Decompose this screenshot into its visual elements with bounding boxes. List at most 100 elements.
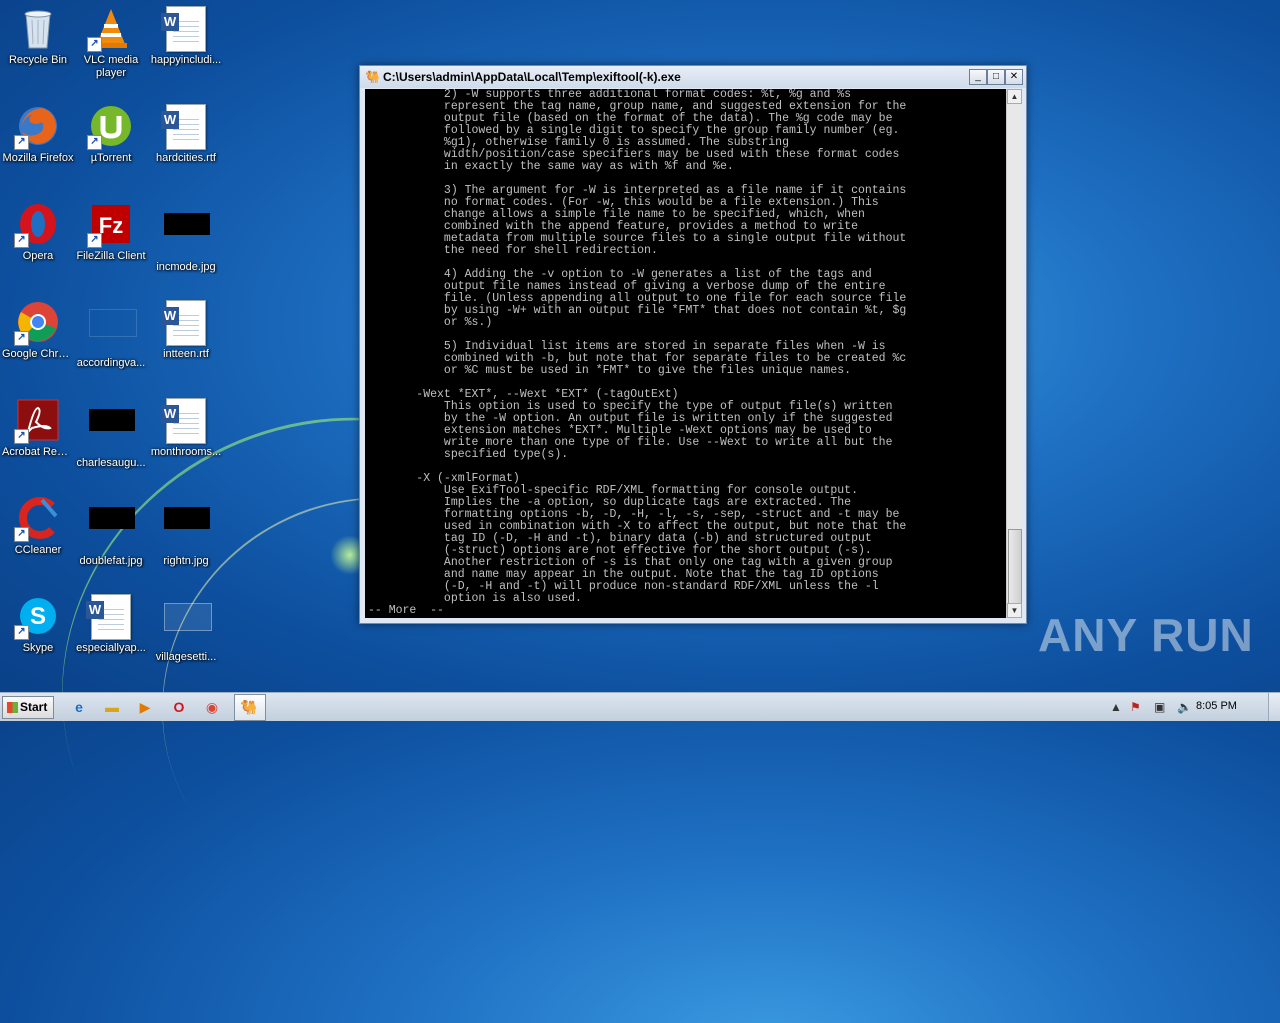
network-icon[interactable]: ▣ (1154, 700, 1165, 714)
desktop-icon-label: Skype (22, 642, 54, 654)
shortcut-arrow-icon: ↗ (14, 429, 29, 444)
desktop-icon-vlc[interactable]: ↗ VLC media player (73, 6, 149, 80)
minimize-button[interactable]: _ (969, 69, 987, 85)
desktop-icon-chrome[interactable]: ↗ Google Chrome (0, 300, 76, 361)
media-player-icon[interactable]: ▶ (134, 697, 156, 717)
desktop-icon-file[interactable]: W hardcities.rtf (148, 104, 224, 165)
desktop-icon-label: intteen.rtf (163, 348, 209, 360)
start-button[interactable]: Start (2, 696, 54, 719)
chrome-icon: ↗ (14, 300, 60, 346)
windows-logo-icon (7, 702, 18, 713)
window-title: C:\Users\admin\AppData\Local\Temp\exifto… (383, 70, 681, 84)
scroll-down-arrow-icon[interactable]: ▼ (1007, 603, 1022, 618)
desktop-icon-label: Recycle Bin (8, 54, 68, 66)
shortcut-arrow-icon: ↗ (14, 625, 29, 640)
exiftool-camel-icon: 🐫 (365, 70, 380, 84)
vertical-scrollbar[interactable]: ▲ ▼ (1006, 89, 1022, 618)
anyrun-watermark: ANY RUN (1038, 609, 1254, 661)
console-text: 2) -W supports three additional format c… (368, 89, 907, 617)
start-label: Start (20, 700, 48, 714)
desktop-icon-skype[interactable]: S ↗ Skype (0, 594, 76, 655)
image-thumbnail-icon (164, 507, 210, 551)
shortcut-arrow-icon: ↗ (14, 331, 29, 346)
show-hidden-icons-icon[interactable]: ▲ (1110, 700, 1122, 714)
word-document-icon: W (86, 594, 133, 640)
svg-text:Fz: Fz (99, 213, 123, 238)
word-document-icon: W (161, 6, 208, 52)
desktop-icon-ccleaner[interactable]: ↗ CCleaner (0, 496, 76, 557)
desktop-icon-file[interactable]: accordingva... (73, 300, 149, 370)
desktop-icon-file[interactable]: doublefat.jpg (73, 496, 149, 568)
action-center-flag-icon[interactable]: ⚑ (1130, 700, 1141, 714)
ccleaner-icon: ↗ (14, 496, 60, 542)
desktop-icon-label: especiallyap... (76, 642, 146, 654)
desktop-icon-label: Mozilla Firefox (2, 152, 74, 164)
desktop-icon-file[interactable]: W especiallyap... (73, 594, 149, 655)
show-desktop-button[interactable] (1268, 693, 1280, 721)
desktop-icon-label: happyincludi... (150, 54, 222, 66)
filezilla-icon: Fz ↗ (87, 202, 133, 248)
shortcut-arrow-icon: ↗ (87, 135, 102, 150)
word-document-icon: W (161, 104, 208, 150)
exiftool-taskbar-button[interactable]: 🐫 (234, 694, 266, 721)
blank-file-icon (89, 309, 137, 353)
acrobat-reader-icon: ↗ (14, 398, 60, 444)
desktop-icon-label: incmode.jpg (156, 261, 216, 273)
image-thumbnail-icon (164, 213, 210, 257)
close-button[interactable]: ✕ (1005, 69, 1023, 85)
shortcut-arrow-icon: ↗ (14, 135, 29, 150)
maximize-button[interactable]: □ (987, 69, 1005, 85)
console-output[interactable]: 2) -W supports three additional format c… (365, 89, 1006, 618)
console-window[interactable]: 🐫 C:\Users\admin\AppData\Local\Temp\exif… (359, 65, 1027, 624)
desktop-icon-utorrent[interactable]: ↗ µTorrent (73, 104, 149, 165)
system-clock[interactable]: 8:05 PM (1196, 700, 1237, 712)
internet-explorer-icon[interactable]: e (68, 697, 90, 717)
desktop-icon-acrobat[interactable]: ↗ Acrobat Reader DC (0, 398, 76, 459)
desktop-icon-firefox[interactable]: ↗ Mozilla Firefox (0, 104, 76, 165)
desktop-icon-file[interactable]: rightn.jpg (148, 496, 224, 568)
desktop-icon-recycle-bin[interactable]: Recycle Bin (0, 6, 76, 67)
scroll-up-arrow-icon[interactable]: ▲ (1007, 89, 1022, 104)
opera-icon: ↗ (14, 202, 60, 248)
desktop-icon-file[interactable]: villagesetti... (148, 594, 224, 664)
recycle-bin-icon (16, 6, 60, 50)
shortcut-arrow-icon: ↗ (87, 37, 102, 52)
desktop-icon-label: hardcities.rtf (156, 152, 216, 164)
shortcut-arrow-icon: ↗ (14, 527, 29, 542)
desktop-icon-label: µTorrent (90, 152, 132, 164)
desktop-icon-file[interactable]: charlesaugu... (73, 398, 149, 470)
scrollbar-thumb[interactable] (1008, 529, 1022, 605)
vlc-icon: ↗ (87, 6, 133, 52)
desktop-icon-filezilla[interactable]: Fz ↗ FileZilla Client (73, 202, 149, 263)
desktop-icon-label: monthrooms... (150, 446, 222, 458)
svg-text:S: S (30, 603, 46, 630)
desktop-icon-label: Google Chrome (2, 348, 76, 360)
desktop-icon-label: accordingva... (76, 357, 146, 369)
desktop-icon-label: CCleaner (14, 544, 62, 556)
desktop-icon-label: charlesaugu... (76, 457, 146, 469)
chrome-taskbar-icon[interactable]: ◉ (201, 697, 223, 717)
shortcut-arrow-icon: ↗ (87, 233, 102, 248)
taskbar: Start e ▬ ▶ O ◉ 🐫 ▲ ⚑ ▣ 🔈 8:05 PM (0, 692, 1280, 721)
desktop-icon-label: Acrobat Reader DC (2, 446, 76, 458)
skype-icon: S ↗ (14, 594, 60, 640)
opera-taskbar-icon[interactable]: O (168, 697, 190, 717)
desktop-icon-label: rightn.jpg (163, 555, 209, 567)
volume-icon[interactable]: 🔈 (1177, 700, 1192, 714)
folder-icon[interactable]: ▬ (101, 697, 123, 717)
desktop-icon-label: villagesetti... (155, 651, 217, 663)
desktop-icon-label: doublefat.jpg (79, 555, 143, 567)
image-thumbnail-icon (89, 507, 135, 551)
desktop-icon-file[interactable]: W happyincludi... (148, 6, 224, 67)
desktop-icon-opera[interactable]: ↗ Opera (0, 202, 76, 263)
desktop-icon-file[interactable]: W intteen.rtf (148, 300, 224, 361)
window-titlebar[interactable]: 🐫 C:\Users\admin\AppData\Local\Temp\exif… (360, 66, 1026, 88)
desktop-icon-label: VLC media player (83, 54, 139, 79)
desktop-icon-label: FileZilla Client (76, 250, 146, 262)
shortcut-arrow-icon: ↗ (14, 233, 29, 248)
image-thumbnail-icon (89, 409, 135, 453)
firefox-icon: ↗ (14, 104, 60, 150)
desktop-icon-file[interactable]: incmode.jpg (148, 202, 224, 274)
desktop-icon-file[interactable]: W monthrooms... (148, 398, 224, 459)
utorrent-icon: ↗ (87, 104, 133, 150)
